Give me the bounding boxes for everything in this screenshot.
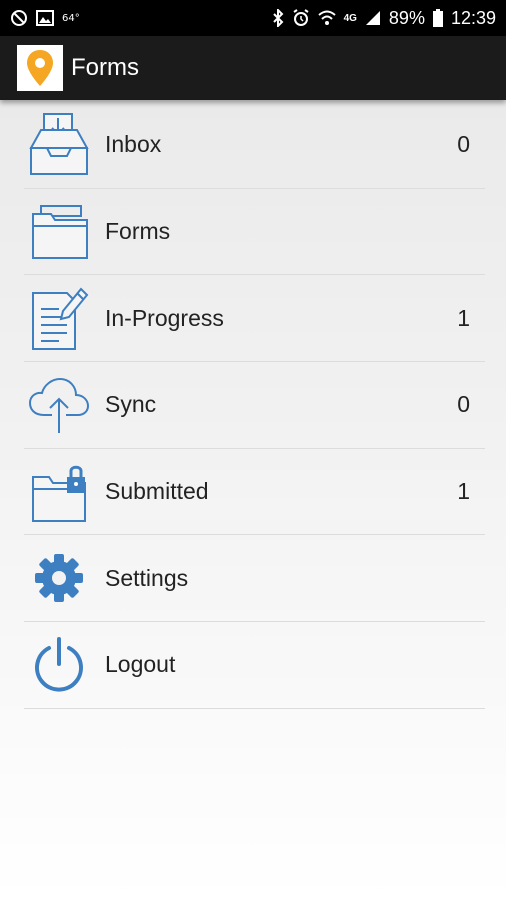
menu-item-settings[interactable]: Settings xyxy=(24,535,485,623)
locked-folder-icon xyxy=(26,459,92,525)
menu-item-label: In-Progress xyxy=(105,304,224,331)
menu-item-count: 1 xyxy=(457,478,470,505)
temperature-text: 64° xyxy=(62,12,80,24)
menu-item-sync[interactable]: Sync 0 xyxy=(24,362,485,449)
menu-item-label: Logout xyxy=(105,651,176,678)
battery-icon xyxy=(432,9,443,27)
status-bar: 64° 4G 89% 12:39 xyxy=(0,0,506,36)
map-pin-logo-icon xyxy=(17,45,63,91)
image-icon xyxy=(36,10,54,26)
cloud-upload-icon xyxy=(26,372,92,438)
menu-item-in-progress[interactable]: In-Progress 1 xyxy=(24,275,485,363)
app-bar: Forms xyxy=(0,36,506,100)
bluetooth-icon xyxy=(272,9,283,27)
network-type-text: 4G xyxy=(343,12,357,24)
folder-icon xyxy=(26,199,92,265)
clock-text: 12:39 xyxy=(450,7,496,28)
menu-item-inbox[interactable]: Inbox 0 xyxy=(24,102,485,189)
app-title: Forms xyxy=(71,54,139,81)
gear-icon xyxy=(26,545,92,611)
battery-percent-text: 89% xyxy=(388,7,425,28)
menu-item-count: 0 xyxy=(457,391,470,418)
power-icon xyxy=(26,632,92,698)
menu-item-count: 1 xyxy=(457,304,470,331)
menu-item-label: Sync xyxy=(105,391,157,418)
menu-item-logout[interactable]: Logout xyxy=(24,622,485,709)
menu-item-forms[interactable]: Forms xyxy=(24,189,485,276)
signal-icon xyxy=(365,11,380,25)
do-not-disturb-icon xyxy=(11,10,27,26)
main-menu: Inbox 0 Forms In-Progress 1 Sync 0 Submi… xyxy=(24,102,485,709)
menu-item-count: 0 xyxy=(457,131,470,158)
document-edit-icon xyxy=(26,285,92,351)
inbox-icon xyxy=(26,112,92,178)
menu-item-label: Forms xyxy=(105,218,171,245)
menu-item-label: Submitted xyxy=(105,478,209,505)
menu-item-label: Settings xyxy=(105,564,189,591)
menu-item-label: Inbox xyxy=(105,131,162,158)
menu-item-submitted[interactable]: Submitted 1 xyxy=(24,449,485,536)
wifi-icon xyxy=(317,10,336,25)
alarm-icon xyxy=(293,9,309,26)
